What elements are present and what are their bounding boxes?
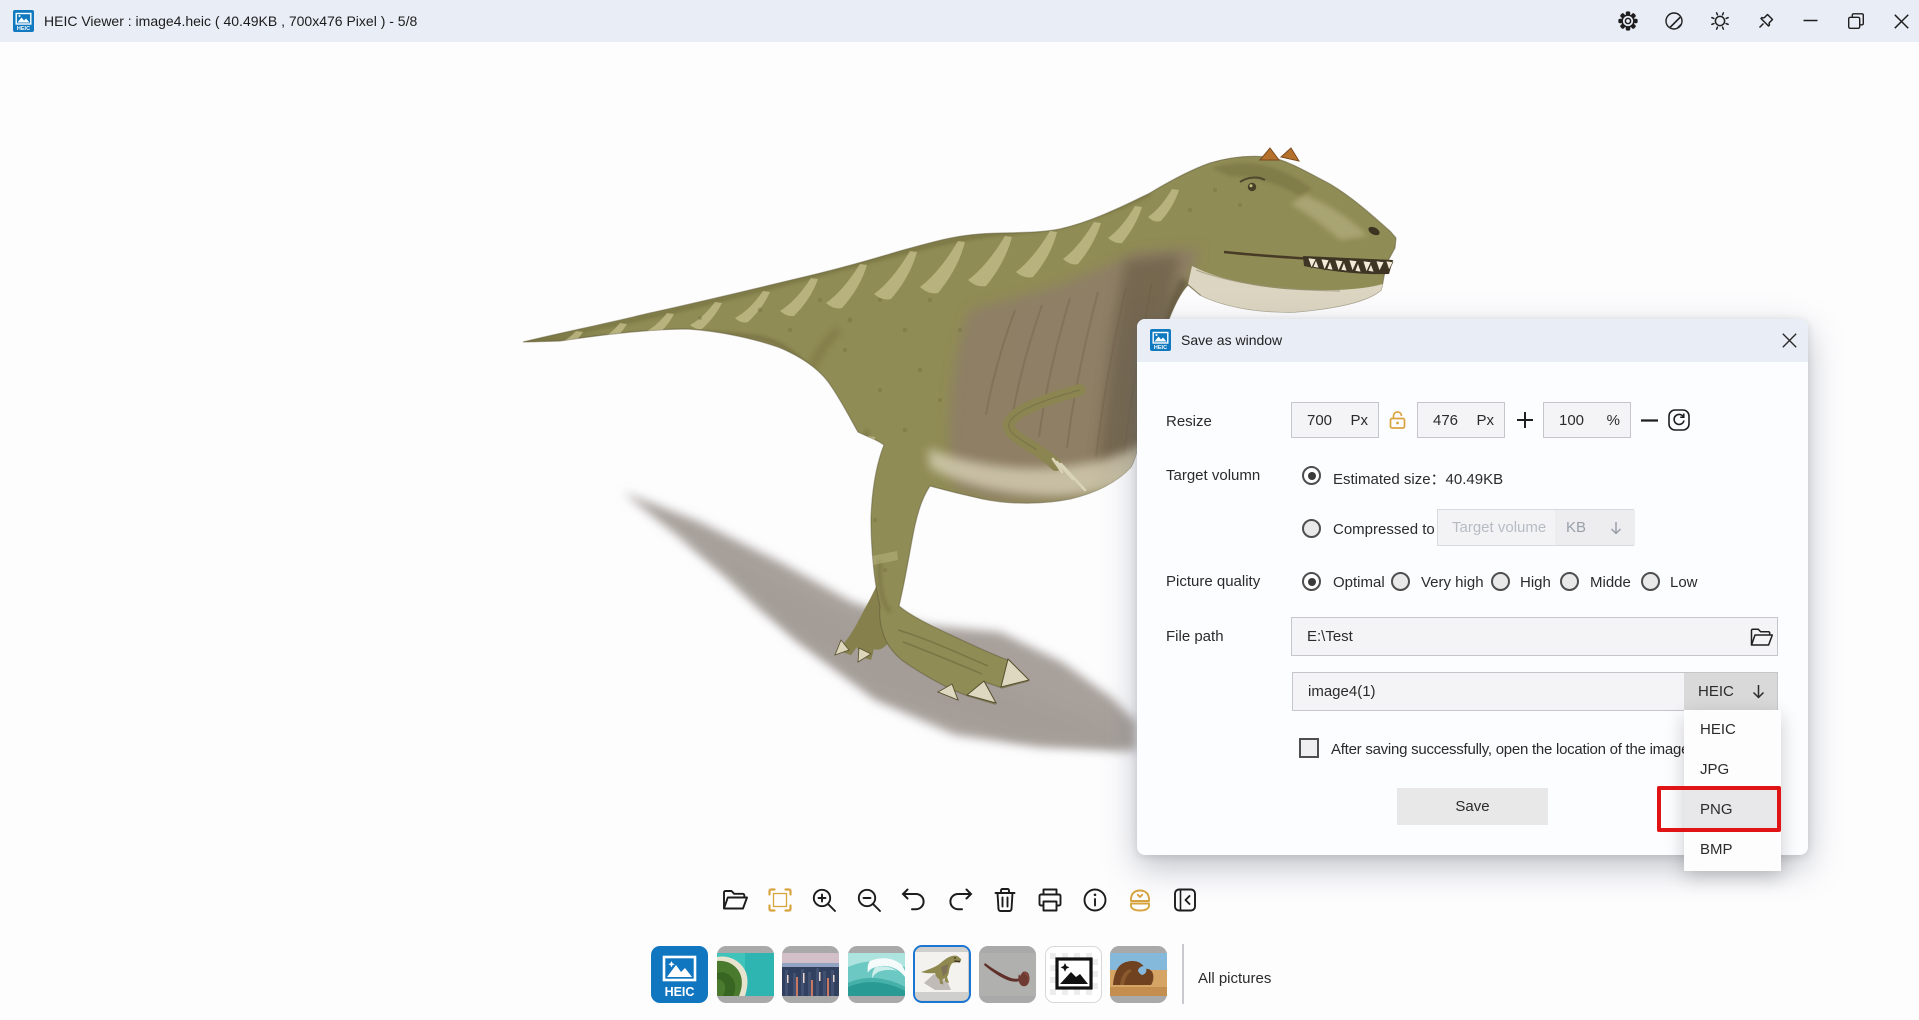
svg-text:HEIC: HEIC	[1154, 345, 1167, 351]
